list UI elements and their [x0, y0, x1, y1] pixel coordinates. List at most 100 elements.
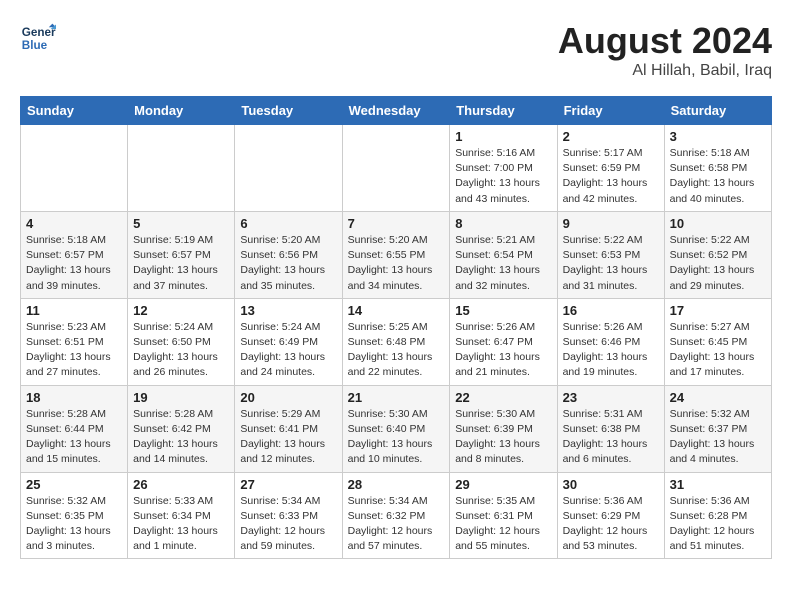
day-detail: Sunrise: 5:31 AM Sunset: 6:38 PM Dayligh…: [563, 407, 659, 468]
day-number: 26: [133, 477, 229, 492]
day-number: 10: [670, 216, 766, 231]
calendar-cell: 24 Sunrise: 5:32 AM Sunset: 6:37 PM Dayli…: [664, 385, 771, 472]
day-detail: Sunrise: 5:30 AM Sunset: 6:40 PM Dayligh…: [348, 407, 445, 468]
calendar-cell: 6 Sunrise: 5:20 AM Sunset: 6:56 PM Daylig…: [235, 211, 342, 298]
month-year-title: August 2024: [558, 20, 772, 62]
day-detail: Sunrise: 5:18 AM Sunset: 6:57 PM Dayligh…: [26, 233, 122, 294]
day-number: 2: [563, 129, 659, 144]
day-number: 14: [348, 303, 445, 318]
day-detail: Sunrise: 5:30 AM Sunset: 6:39 PM Dayligh…: [455, 407, 551, 468]
calendar-cell: 3Sunrise: 5:18 AM Sunset: 6:58 PM Daylig…: [664, 125, 771, 212]
title-block: August 2024 Al Hillah, Babil, Iraq: [558, 20, 772, 80]
calendar-cell: 26 Sunrise: 5:33 AM Sunset: 6:34 PM Dayli…: [128, 472, 235, 559]
day-detail: Sunrise: 5:34 AM Sunset: 6:32 PM Dayligh…: [348, 494, 445, 555]
calendar-cell: 15 Sunrise: 5:26 AM Sunset: 6:47 PM Dayli…: [450, 298, 557, 385]
page-header: General Blue August 2024 Al Hillah, Babi…: [20, 20, 772, 80]
day-detail: Sunrise: 5:16 AM Sunset: 7:00 PM Dayligh…: [455, 146, 551, 207]
day-detail: Sunrise: 5:20 AM Sunset: 6:56 PM Dayligh…: [240, 233, 336, 294]
weekday-header: Monday: [128, 97, 235, 125]
day-number: 9: [563, 216, 659, 231]
day-detail: Sunrise: 5:26 AM Sunset: 6:47 PM Dayligh…: [455, 320, 551, 381]
calendar-cell: 10Sunrise: 5:22 AM Sunset: 6:52 PM Dayli…: [664, 211, 771, 298]
day-number: 24: [670, 390, 766, 405]
calendar-cell: 16 Sunrise: 5:26 AM Sunset: 6:46 PM Dayli…: [557, 298, 664, 385]
calendar-cell: 4 Sunrise: 5:18 AM Sunset: 6:57 PM Daylig…: [21, 211, 128, 298]
day-number: 1: [455, 129, 551, 144]
day-number: 4: [26, 216, 122, 231]
weekday-header: Tuesday: [235, 97, 342, 125]
day-number: 22: [455, 390, 551, 405]
day-detail: Sunrise: 5:19 AM Sunset: 6:57 PM Dayligh…: [133, 233, 229, 294]
day-detail: Sunrise: 5:21 AM Sunset: 6:54 PM Dayligh…: [455, 233, 551, 294]
weekday-header: Thursday: [450, 97, 557, 125]
svg-text:General: General: [22, 26, 56, 39]
logo: General Blue: [20, 20, 56, 56]
day-number: 19: [133, 390, 229, 405]
weekday-header: Friday: [557, 97, 664, 125]
day-detail: Sunrise: 5:26 AM Sunset: 6:46 PM Dayligh…: [563, 320, 659, 381]
calendar-cell: 21Sunrise: 5:30 AM Sunset: 6:40 PM Dayli…: [342, 385, 450, 472]
weekday-header: Wednesday: [342, 97, 450, 125]
calendar-cell: 30 Sunrise: 5:36 AM Sunset: 6:29 PM Dayli…: [557, 472, 664, 559]
svg-text:Blue: Blue: [22, 39, 48, 52]
calendar-cell: 2Sunrise: 5:17 AM Sunset: 6:59 PM Daylig…: [557, 125, 664, 212]
day-detail: Sunrise: 5:27 AM Sunset: 6:45 PM Dayligh…: [670, 320, 766, 381]
day-number: 20: [240, 390, 336, 405]
day-number: 5: [133, 216, 229, 231]
day-number: 8: [455, 216, 551, 231]
calendar-cell: [235, 125, 342, 212]
calendar-cell: 28 Sunrise: 5:34 AM Sunset: 6:32 PM Dayli…: [342, 472, 450, 559]
calendar-cell: 1 Sunrise: 5:16 AM Sunset: 7:00 PM Daylig…: [450, 125, 557, 212]
calendar-cell: [342, 125, 450, 212]
calendar-cell: 23Sunrise: 5:31 AM Sunset: 6:38 PM Dayli…: [557, 385, 664, 472]
weekday-header-row: SundayMondayTuesdayWednesdayThursdayFrid…: [21, 97, 772, 125]
day-detail: Sunrise: 5:20 AM Sunset: 6:55 PM Dayligh…: [348, 233, 445, 294]
calendar-cell: 17Sunrise: 5:27 AM Sunset: 6:45 PM Dayli…: [664, 298, 771, 385]
calendar-cell: 5 Sunrise: 5:19 AM Sunset: 6:57 PM Daylig…: [128, 211, 235, 298]
calendar-cell: 20 Sunrise: 5:29 AM Sunset: 6:41 PM Dayli…: [235, 385, 342, 472]
day-detail: Sunrise: 5:24 AM Sunset: 6:50 PM Dayligh…: [133, 320, 229, 381]
day-detail: Sunrise: 5:24 AM Sunset: 6:49 PM Dayligh…: [240, 320, 336, 381]
location-subtitle: Al Hillah, Babil, Iraq: [558, 62, 772, 80]
calendar-cell: 8 Sunrise: 5:21 AM Sunset: 6:54 PM Daylig…: [450, 211, 557, 298]
weekday-header: Sunday: [21, 97, 128, 125]
day-detail: Sunrise: 5:34 AM Sunset: 6:33 PM Dayligh…: [240, 494, 336, 555]
day-number: 3: [670, 129, 766, 144]
day-detail: Sunrise: 5:33 AM Sunset: 6:34 PM Dayligh…: [133, 494, 229, 555]
day-number: 7: [348, 216, 445, 231]
day-number: 29: [455, 477, 551, 492]
day-number: 15: [455, 303, 551, 318]
day-number: 11: [26, 303, 122, 318]
day-detail: Sunrise: 5:32 AM Sunset: 6:37 PM Dayligh…: [670, 407, 766, 468]
calendar-cell: 19 Sunrise: 5:28 AM Sunset: 6:42 PM Dayli…: [128, 385, 235, 472]
day-detail: Sunrise: 5:36 AM Sunset: 6:29 PM Dayligh…: [563, 494, 659, 555]
calendar-cell: 22 Sunrise: 5:30 AM Sunset: 6:39 PM Dayli…: [450, 385, 557, 472]
calendar-week-row: 1 Sunrise: 5:16 AM Sunset: 7:00 PM Daylig…: [21, 125, 772, 212]
day-number: 18: [26, 390, 122, 405]
day-detail: Sunrise: 5:35 AM Sunset: 6:31 PM Dayligh…: [455, 494, 551, 555]
day-detail: Sunrise: 5:32 AM Sunset: 6:35 PM Dayligh…: [26, 494, 122, 555]
day-detail: Sunrise: 5:23 AM Sunset: 6:51 PM Dayligh…: [26, 320, 122, 381]
day-detail: Sunrise: 5:29 AM Sunset: 6:41 PM Dayligh…: [240, 407, 336, 468]
calendar-cell: [21, 125, 128, 212]
day-detail: Sunrise: 5:36 AM Sunset: 6:28 PM Dayligh…: [670, 494, 766, 555]
day-detail: Sunrise: 5:28 AM Sunset: 6:44 PM Dayligh…: [26, 407, 122, 468]
day-detail: Sunrise: 5:28 AM Sunset: 6:42 PM Dayligh…: [133, 407, 229, 468]
calendar-cell: 12Sunrise: 5:24 AM Sunset: 6:50 PM Dayli…: [128, 298, 235, 385]
day-number: 28: [348, 477, 445, 492]
day-number: 6: [240, 216, 336, 231]
calendar-cell: 9 Sunrise: 5:22 AM Sunset: 6:53 PM Daylig…: [557, 211, 664, 298]
weekday-header: Saturday: [664, 97, 771, 125]
calendar-table: SundayMondayTuesdayWednesdayThursdayFrid…: [20, 96, 772, 559]
day-number: 30: [563, 477, 659, 492]
calendar-week-row: 18 Sunrise: 5:28 AM Sunset: 6:44 PM Dayli…: [21, 385, 772, 472]
day-number: 16: [563, 303, 659, 318]
day-detail: Sunrise: 5:22 AM Sunset: 6:53 PM Dayligh…: [563, 233, 659, 294]
calendar-cell: 11 Sunrise: 5:23 AM Sunset: 6:51 PM Dayli…: [21, 298, 128, 385]
day-number: 25: [26, 477, 122, 492]
day-number: 31: [670, 477, 766, 492]
calendar-cell: 14Sunrise: 5:25 AM Sunset: 6:48 PM Dayli…: [342, 298, 450, 385]
calendar-cell: 13Sunrise: 5:24 AM Sunset: 6:49 PM Dayli…: [235, 298, 342, 385]
calendar-cell: 31 Sunrise: 5:36 AM Sunset: 6:28 PM Dayli…: [664, 472, 771, 559]
calendar-cell: 27Sunrise: 5:34 AM Sunset: 6:33 PM Dayli…: [235, 472, 342, 559]
